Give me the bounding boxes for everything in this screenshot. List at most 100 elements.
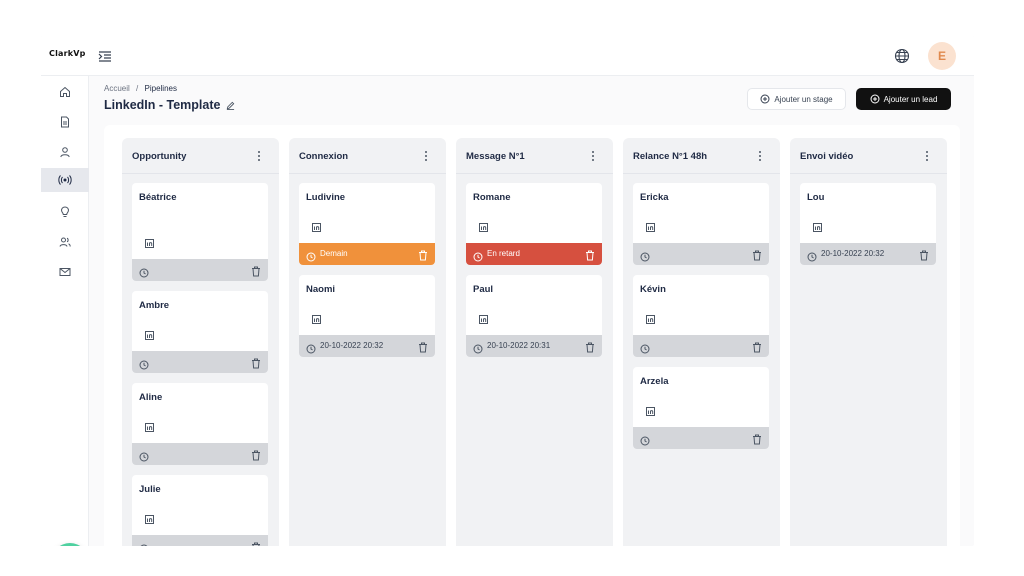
clock-icon[interactable] bbox=[139, 357, 149, 370]
clock-icon[interactable] bbox=[640, 249, 650, 262]
bell-icon[interactable] bbox=[51, 543, 89, 546]
stage-column: Connexion Ludivine Demain Naomi 20-10-20… bbox=[289, 138, 446, 546]
lead-name: Julie bbox=[139, 484, 161, 495]
kebab-menu-icon[interactable] bbox=[420, 148, 432, 164]
add-lead-button[interactable]: Ajouter un lead bbox=[856, 88, 951, 110]
column-divider bbox=[122, 173, 279, 174]
menu-indent-icon[interactable] bbox=[97, 48, 113, 64]
kebab-menu-icon[interactable] bbox=[253, 148, 265, 164]
stage-title: Connexion bbox=[299, 151, 349, 162]
stage-title: Envoi vidéo bbox=[800, 151, 854, 162]
stage-title: Message N°1 bbox=[466, 151, 525, 162]
pipeline-board: Opportunity Béatrice Ambre Aline Julie C… bbox=[104, 125, 960, 546]
linkedin-icon[interactable] bbox=[813, 219, 822, 232]
due-date: 20-10-2022 20:32 bbox=[320, 341, 384, 350]
linkedin-icon[interactable] bbox=[646, 403, 655, 416]
stage-column: Envoi vidéo Lou 20-10-2022 20:32 bbox=[790, 138, 947, 546]
column-divider bbox=[456, 173, 613, 174]
linkedin-icon[interactable] bbox=[479, 311, 488, 324]
trash-icon[interactable] bbox=[251, 448, 261, 461]
users-icon[interactable] bbox=[41, 230, 89, 254]
linkedin-icon[interactable] bbox=[312, 219, 321, 232]
trash-icon[interactable] bbox=[251, 540, 261, 546]
linkedin-icon[interactable] bbox=[145, 327, 154, 340]
home-icon[interactable] bbox=[41, 80, 89, 104]
clock-icon[interactable] bbox=[807, 249, 817, 262]
page-title: LinkedIn - Template bbox=[104, 98, 221, 112]
kebab-menu-icon[interactable] bbox=[921, 148, 933, 164]
trash-icon[interactable] bbox=[418, 340, 428, 353]
linkedin-icon[interactable] bbox=[312, 311, 321, 324]
lightbulb-icon[interactable] bbox=[41, 200, 89, 224]
column-divider bbox=[790, 173, 947, 174]
clock-icon[interactable] bbox=[139, 265, 149, 278]
broadcast-icon[interactable] bbox=[41, 168, 89, 192]
add-stage-label: Ajouter un stage bbox=[774, 94, 833, 104]
trash-icon[interactable] bbox=[585, 248, 595, 261]
add-stage-button[interactable]: Ajouter un stage bbox=[747, 88, 846, 110]
lead-name: Romane bbox=[473, 192, 511, 203]
lead-name: Paul bbox=[473, 284, 494, 295]
lead-card[interactable]: Kévin bbox=[633, 275, 769, 357]
lead-card[interactable]: Ambre bbox=[132, 291, 268, 373]
clock-icon[interactable] bbox=[306, 249, 316, 262]
trash-icon[interactable] bbox=[251, 264, 261, 277]
linkedin-icon[interactable] bbox=[145, 419, 154, 432]
column-divider bbox=[623, 173, 780, 174]
lead-card[interactable]: Julie bbox=[132, 475, 268, 546]
trash-icon[interactable] bbox=[752, 340, 762, 353]
clock-icon[interactable] bbox=[139, 541, 149, 546]
trash-icon[interactable] bbox=[752, 248, 762, 261]
trash-icon[interactable] bbox=[752, 432, 762, 445]
card-footer: 20-10-2022 20:32 bbox=[800, 243, 936, 265]
clock-icon[interactable] bbox=[139, 449, 149, 462]
user-icon[interactable] bbox=[41, 140, 89, 164]
trash-icon[interactable] bbox=[585, 340, 595, 353]
linkedin-icon[interactable] bbox=[145, 511, 154, 524]
breadcrumb-home[interactable]: Accueil bbox=[104, 84, 130, 93]
card-footer bbox=[132, 443, 268, 465]
globe-icon[interactable] bbox=[893, 47, 911, 65]
lead-card[interactable]: Béatrice bbox=[132, 183, 268, 281]
lead-card[interactable]: Ludivine Demain bbox=[299, 183, 435, 265]
clock-icon[interactable] bbox=[640, 433, 650, 446]
lead-card[interactable]: Naomi 20-10-2022 20:32 bbox=[299, 275, 435, 357]
linkedin-icon[interactable] bbox=[479, 219, 488, 232]
card-footer bbox=[132, 259, 268, 281]
stage-column: Message N°1 Romane En retard Paul 20-10-… bbox=[456, 138, 613, 546]
app-logo[interactable]: ClarkVp bbox=[49, 49, 86, 58]
linkedin-icon[interactable] bbox=[646, 311, 655, 324]
trash-icon[interactable] bbox=[919, 248, 929, 261]
due-date: 20-10-2022 20:32 bbox=[821, 249, 885, 258]
stage-title: Relance N°1 48h bbox=[633, 151, 708, 162]
clock-icon[interactable] bbox=[473, 341, 483, 354]
lead-card[interactable]: Romane En retard bbox=[466, 183, 602, 265]
linkedin-icon[interactable] bbox=[646, 219, 655, 232]
sidebar bbox=[41, 76, 89, 546]
card-footer bbox=[132, 535, 268, 546]
lead-card[interactable]: Arzela bbox=[633, 367, 769, 449]
add-lead-label: Ajouter un lead bbox=[883, 94, 938, 104]
clock-icon[interactable] bbox=[640, 341, 650, 354]
linkedin-icon[interactable] bbox=[145, 235, 154, 248]
clock-icon[interactable] bbox=[306, 341, 316, 354]
document-icon[interactable] bbox=[41, 110, 89, 134]
breadcrumb-current: Pipelines bbox=[144, 84, 177, 93]
lead-card[interactable]: Lou 20-10-2022 20:32 bbox=[800, 183, 936, 265]
trash-icon[interactable] bbox=[251, 356, 261, 369]
mail-icon[interactable] bbox=[41, 260, 89, 284]
clock-icon[interactable] bbox=[473, 249, 483, 262]
trash-icon[interactable] bbox=[418, 248, 428, 261]
user-avatar[interactable]: E bbox=[928, 42, 956, 70]
lead-card[interactable]: Ericka bbox=[633, 183, 769, 265]
due-date: 20-10-2022 20:31 bbox=[487, 341, 551, 350]
kebab-menu-icon[interactable] bbox=[754, 148, 766, 164]
lead-name: Ambre bbox=[139, 300, 170, 311]
kebab-menu-icon[interactable] bbox=[587, 148, 599, 164]
lead-card[interactable]: Paul 20-10-2022 20:31 bbox=[466, 275, 602, 357]
lead-card[interactable]: Aline bbox=[132, 383, 268, 465]
stage-column: Relance N°1 48h Ericka Kévin Arzela bbox=[623, 138, 780, 546]
stage-title: Opportunity bbox=[132, 151, 187, 162]
edit-pencil-icon[interactable] bbox=[226, 101, 235, 110]
breadcrumb: Accueil / Pipelines bbox=[104, 84, 177, 93]
